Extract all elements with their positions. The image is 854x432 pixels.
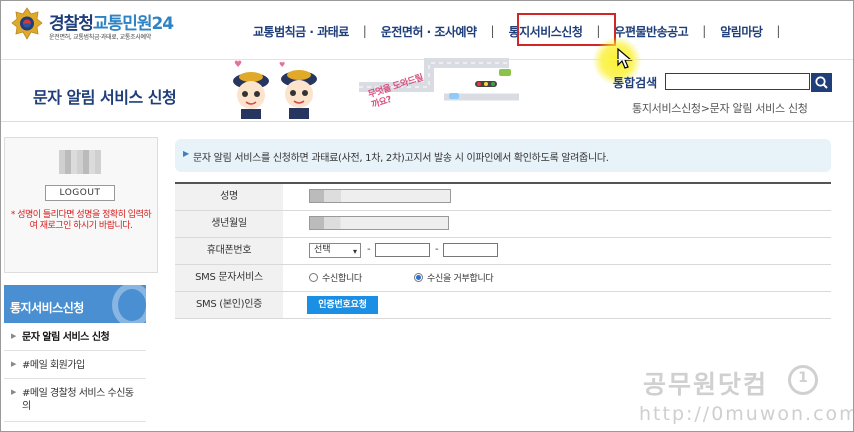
notice-text: 문자 알림 서비스를 신청하면 과태료(사전, 1차, 2차)고지서 발송 시 … [193,153,609,164]
nav-separator: | [776,24,781,38]
top-navigation: 교통범칙금 · 과태료 | 운전면허 · 조사예약 | 통지서비스신청 | 우편… [239,13,780,49]
browser-frame: 경찰청교통민원24 운전면허, 교통범칙금·과태료, 교통조사예약 교통범칙금 … [0,0,854,432]
user-name-redacted [59,150,101,174]
highlight-box [517,13,616,46]
phone-label: 휴대폰번호 [175,238,283,264]
form-row-sms-service: SMS 문자서비스 수신합니다 수신을 거부합니다 [175,265,831,292]
side-item-label: 문자 알림 서비스 신청 [22,332,110,343]
name-field[interactable] [309,189,451,203]
watermark-logo-text: 1 [798,370,808,386]
phone-prefix-value: 선택 [314,245,331,255]
watermark-text: 공무원닷컴 [643,370,769,399]
sms-accept-label[interactable]: 수신합니다 [322,271,362,284]
search-icon [815,76,828,89]
logo-title: 경찰청교통민원24 [49,9,174,34]
chevron-down-icon: ▾ [352,247,357,256]
birth-date-field[interactable] [309,216,449,230]
phone-last-input[interactable] [443,243,498,257]
search-button[interactable] [811,73,832,92]
logout-button[interactable]: LOGOUT [45,185,115,201]
nav-item-license[interactable]: 운전면허 · 조사예약 [367,23,491,40]
request-auth-code-button[interactable]: 인증번호요청 [307,296,378,314]
login-box: LOGOUT * 성명이 틀리다면 성명을 정확히 입력하여 재로그인 하시기 … [4,137,158,273]
form-row-phone: 휴대폰번호 선택 ▾ - - [175,238,831,265]
side-menu-decoration [112,285,146,323]
form-row-sms-auth: SMS (본인)인증 인증번호요청 [175,292,831,319]
side-item-email-signup[interactable]: ▶ #메일 회원가입 [4,351,146,379]
phone-dash: - [367,244,371,255]
phone-middle-input[interactable] [375,243,430,257]
side-item-label: #메일 경찰청 서비스 수신동의 [22,388,134,412]
side-menu: 통지서비스신청 ▶ 문자 알림 서비스 신청 ▶ #메일 회원가입 ▶ #메일 … [4,285,146,431]
side-item-sms-service[interactable]: ▶ 문자 알림 서비스 신청 [4,323,146,351]
side-menu-header: 통지서비스신청 [4,285,146,323]
sms-reject-radio[interactable] [414,273,423,282]
search-label: 통합검색 [613,76,658,90]
login-warning: * 성명이 틀리다면 성명을 정확히 입력하여 재로그인 하시기 바랍니다. [10,210,152,231]
side-item-email-consent[interactable]: ▶ #메일 경찰청 서비스 수신동의 [4,379,146,422]
site-logo[interactable]: 경찰청교통민원24 운전면허, 교통범칙금·과태료, 교통조사예약 [11,7,211,47]
search-input[interactable] [665,73,810,90]
logo-title-service: 교통민원24 [92,14,174,34]
sms-service-label: SMS 문자서비스 [175,265,283,291]
svg-text:♥: ♥ [279,61,285,69]
phone-prefix-select[interactable]: 선택 ▾ [309,243,361,258]
bullet-arrow-icon: ▶ [11,332,16,340]
page-title: 문자 알림 서비스 신청 [33,88,177,107]
breadcrumb: 통지서비스신청>문자 알림 서비스 신청 [632,102,808,115]
logo-subtitle: 운전면허, 교통범칙금·과태료, 교통조사예약 [49,34,151,41]
birth-date-label: 생년월일 [175,211,283,237]
mascot-right [281,70,317,119]
name-label: 성명 [175,184,283,210]
bullet-arrow-icon: ▶ [11,388,16,396]
watermark-url: http://0muwon.com [639,403,854,425]
nav-item-notice-board[interactable]: 알림마당 [706,23,776,40]
content-divider [1,121,853,122]
svg-text:♥: ♥ [234,60,242,70]
notice-box: ▶ 문자 알림 서비스를 신청하면 과태료(사전, 1차, 2차)고지서 발송 … [175,139,831,172]
form-row-birth: 생년월일 [175,211,831,238]
car-icon [499,69,511,76]
side-item-label: #메일 회원가입 [22,360,85,371]
application-form: 성명 생년월일 휴대폰번호 선택 ▾ - - SMS 문자서비스 수신합니다 수… [175,182,831,319]
form-row-name: 성명 [175,184,831,211]
notice-arrow-icon: ▶ [183,149,190,158]
sms-auth-label: SMS (본인)인증 [175,292,283,318]
nav-item-fines[interactable]: 교통범칙금 · 과태료 [239,23,363,40]
side-menu-title: 통지서비스신청 [10,301,84,315]
sms-reject-label[interactable]: 수신을 거부합니다 [427,271,494,284]
police-emblem-icon [11,7,43,40]
bullet-arrow-icon: ▶ [11,360,16,368]
watermark-logo: 1 [788,365,818,395]
sms-accept-radio[interactable] [309,273,318,282]
logo-title-agency: 경찰청 [49,14,94,34]
mascot-left [233,72,269,119]
phone-dash: - [435,244,439,255]
